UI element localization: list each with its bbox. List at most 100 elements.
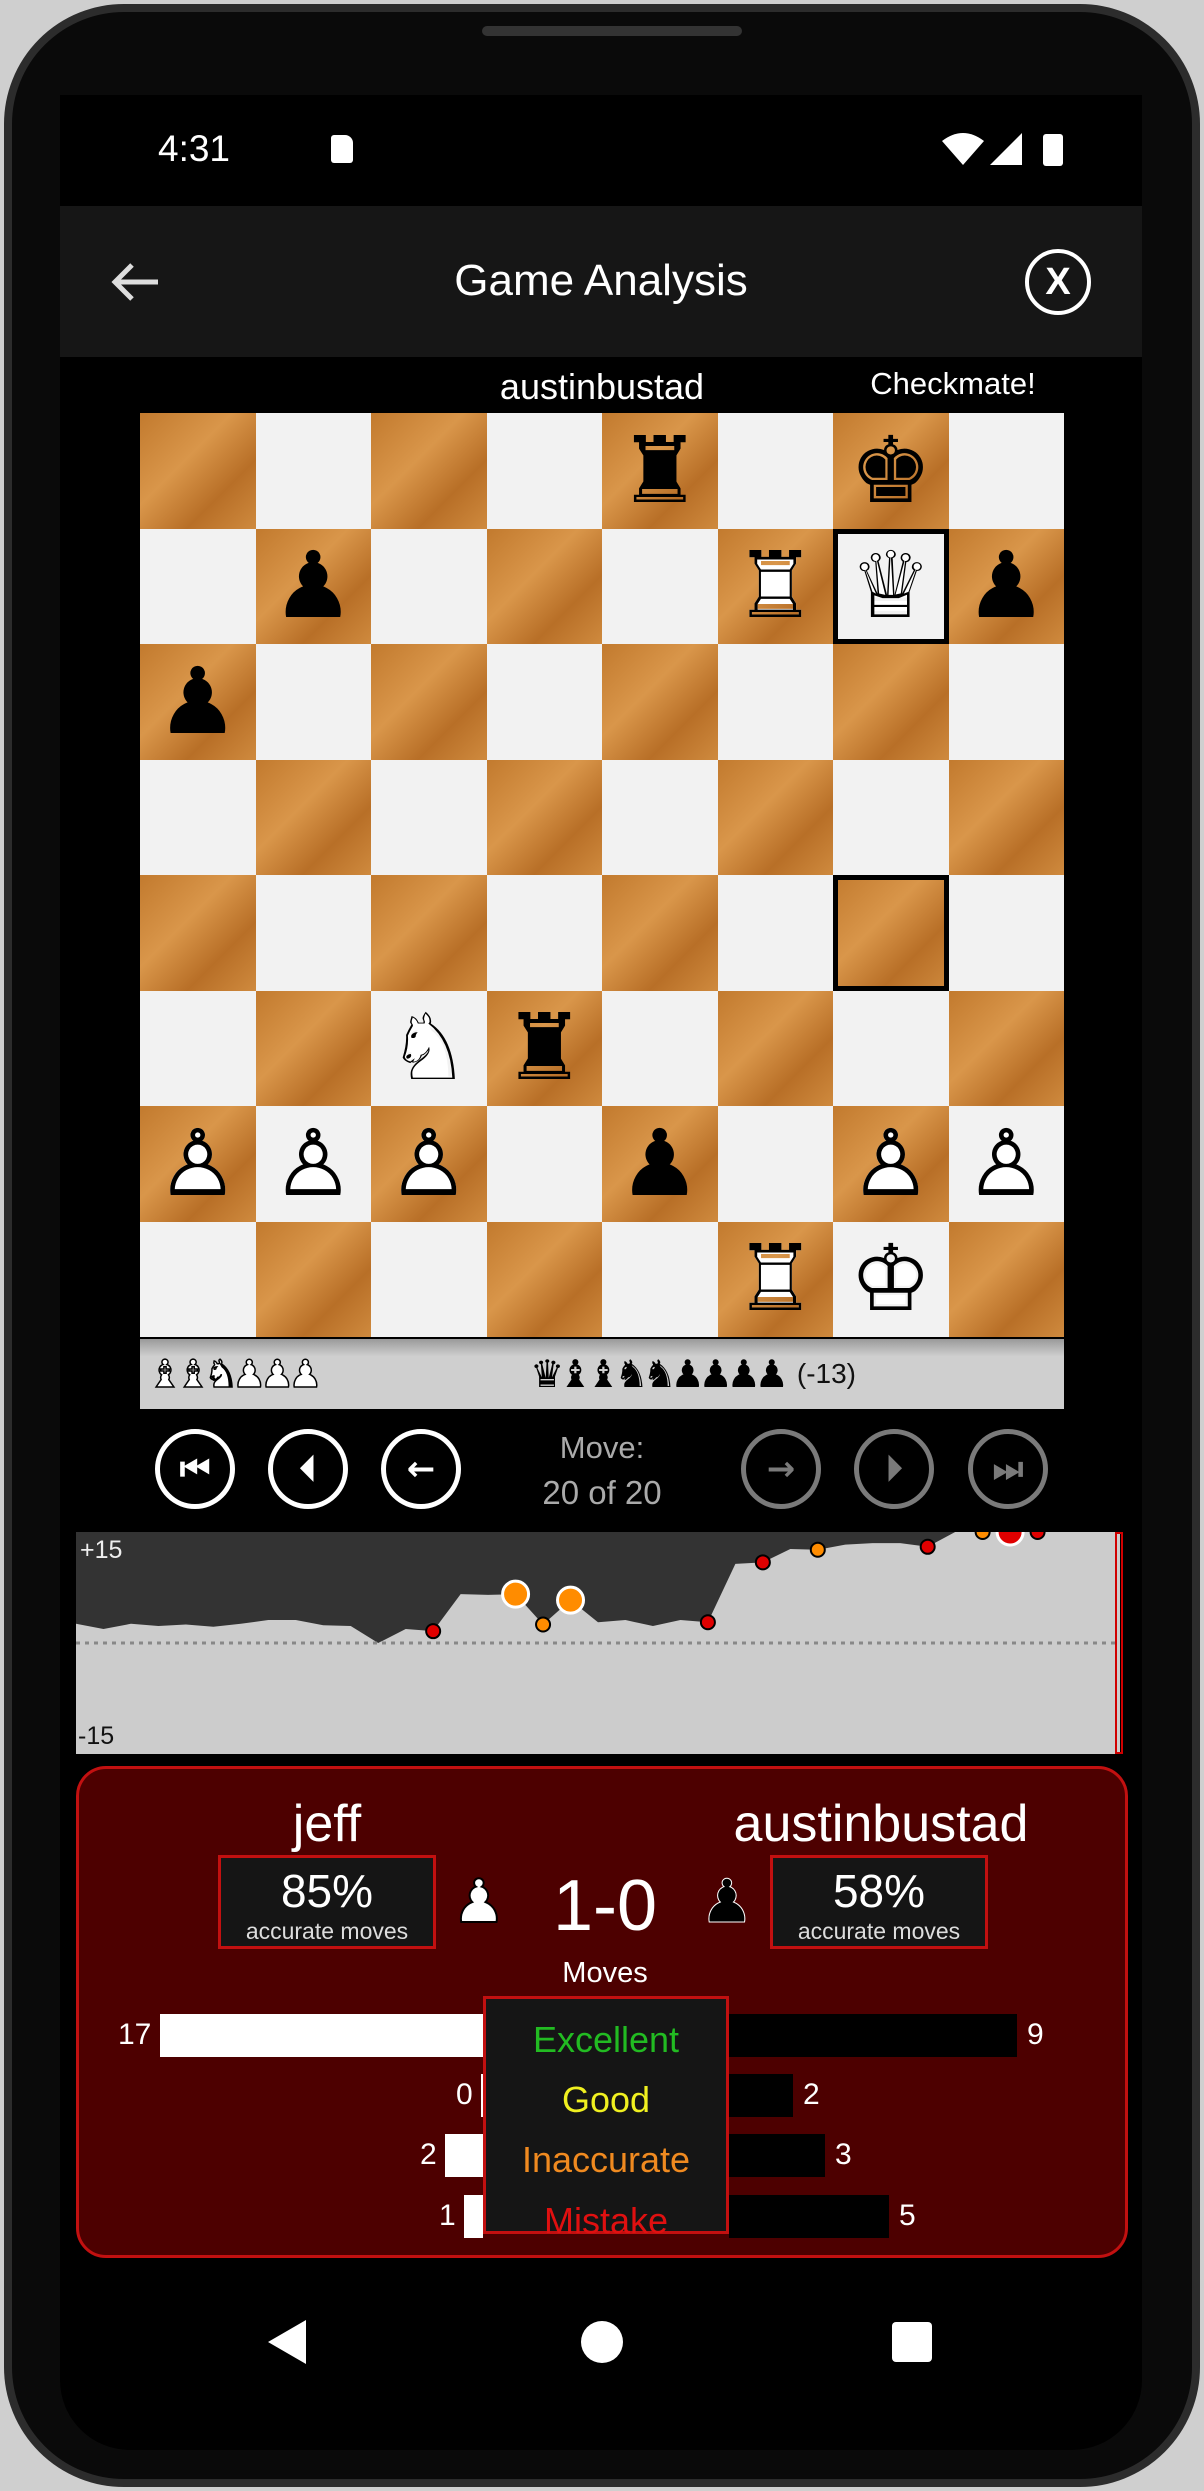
square-c7[interactable] <box>371 528 487 644</box>
square-b5[interactable] <box>255 759 371 875</box>
next-move-end-button[interactable]: ⏵ <box>854 1429 934 1509</box>
square-e4[interactable] <box>602 875 718 991</box>
square-b2[interactable]: ♟ ♙ <box>255 1106 371 1222</box>
black-king-icon[interactable]: ♚ <box>850 424 932 517</box>
white-count: 0 <box>456 2078 473 2111</box>
summary-panel: jeff austinbustad 85% accurate moves 58%… <box>76 1766 1128 2258</box>
black-pawn-icon[interactable]: ♟ <box>272 540 354 632</box>
black-pawn-icon[interactable]: ♟ <box>619 1117 701 1210</box>
square-e8[interactable]: ♜ <box>602 413 718 529</box>
square-f7[interactable]: ♜ ♖ <box>717 528 833 644</box>
square-g2[interactable]: ♟ ♙ <box>833 1106 949 1222</box>
status-time: 4:31 <box>158 128 231 169</box>
square-c5[interactable] <box>371 759 487 875</box>
square-g8[interactable]: ♚ <box>833 413 949 529</box>
square-a8[interactable] <box>140 413 256 529</box>
last-move-button[interactable]: ⏭ <box>968 1429 1048 1509</box>
square-f3[interactable] <box>717 990 833 1106</box>
square-d2[interactable] <box>486 1106 602 1222</box>
square-d5[interactable] <box>486 759 602 875</box>
square-g6[interactable] <box>833 644 949 760</box>
game-score: 1-0 <box>552 1866 658 1946</box>
square-b7[interactable]: ♟ <box>255 528 371 644</box>
square-f5[interactable] <box>717 759 833 875</box>
square-h7[interactable]: ♟ <box>948 528 1064 644</box>
square-g4[interactable] <box>833 875 949 991</box>
square-d4[interactable] <box>486 875 602 991</box>
square-b1[interactable] <box>255 1221 371 1337</box>
square-a6[interactable]: ♟ <box>140 644 256 760</box>
square-g7[interactable]: ♛ ♕ <box>833 528 949 644</box>
square-c8[interactable] <box>371 413 487 529</box>
square-c1[interactable] <box>371 1221 487 1337</box>
black-rook-icon[interactable]: ♜ <box>619 424 701 517</box>
sd-card-icon <box>331 135 353 163</box>
square-c2[interactable]: ♟ ♙ <box>371 1106 487 1222</box>
square-b4[interactable] <box>255 875 371 991</box>
close-button[interactable]: X <box>1025 249 1091 315</box>
square-d6[interactable] <box>486 644 602 760</box>
black-pawn-icon: ♟ <box>700 1867 755 1938</box>
white-count: 2 <box>420 2138 437 2171</box>
square-f6[interactable] <box>717 644 833 760</box>
square-h2[interactable]: ♟ ♙ <box>948 1106 1064 1222</box>
square-a3[interactable] <box>140 990 256 1106</box>
prev-move-button[interactable]: ← <box>381 1429 461 1509</box>
square-e6[interactable] <box>602 644 718 760</box>
prev-move-start-button[interactable]: ⏴ <box>268 1429 348 1509</box>
square-g5[interactable] <box>833 759 949 875</box>
square-d8[interactable] <box>486 413 602 529</box>
system-recents-icon[interactable] <box>892 2322 932 2362</box>
square-d1[interactable] <box>486 1221 602 1337</box>
square-d7[interactable] <box>486 528 602 644</box>
piece-outline: ♙ <box>156 1109 239 1217</box>
square-f8[interactable] <box>717 413 833 529</box>
white-accuracy-label: accurate moves <box>245 1918 409 1944</box>
square-h1[interactable] <box>948 1221 1064 1337</box>
system-home-icon[interactable] <box>581 2321 623 2363</box>
chess-board[interactable]: ♜ ♚ ♟ ♜ ♖ ♛ ♕ ♟ ♟ ♞ ♘ ♜ ♟ ♙ ♟ ♙ ♟ ♙ ♟ ♟ ♙ ♟ ♙ ♜ ♖ ♚ ♔ <box>140 413 1064 1337</box>
mistake-marker <box>425 1623 442 1640</box>
system-back-icon[interactable] <box>268 2320 308 2364</box>
square-b3[interactable] <box>255 990 371 1106</box>
square-f4[interactable] <box>717 875 833 991</box>
evaluation-graph[interactable] <box>76 1532 1126 1754</box>
square-a1[interactable] <box>140 1221 256 1337</box>
square-c3[interactable]: ♞ ♘ <box>371 990 487 1106</box>
wifi-icon <box>942 133 984 165</box>
square-b8[interactable] <box>255 413 371 529</box>
square-e7[interactable] <box>602 528 718 644</box>
square-h8[interactable] <box>948 413 1064 529</box>
piece-outline: ♔ <box>849 1225 932 1333</box>
square-f1[interactable]: ♜ ♖ <box>717 1221 833 1337</box>
square-f2[interactable] <box>717 1106 833 1222</box>
square-a4[interactable] <box>140 875 256 991</box>
square-h3[interactable] <box>948 990 1064 1106</box>
square-c6[interactable] <box>371 644 487 760</box>
square-a5[interactable] <box>140 759 256 875</box>
square-a2[interactable]: ♟ ♙ <box>140 1106 256 1222</box>
square-h4[interactable] <box>948 875 1064 991</box>
square-h6[interactable] <box>948 644 1064 760</box>
square-a7[interactable] <box>140 528 256 644</box>
square-g1[interactable]: ♚ ♔ <box>833 1221 949 1337</box>
next-move-button[interactable]: → <box>741 1429 821 1509</box>
square-e3[interactable] <box>602 990 718 1106</box>
first-move-button[interactable]: ⏮ <box>155 1429 235 1509</box>
mistake-marker <box>699 1614 716 1631</box>
black-pawn-icon[interactable]: ♟ <box>157 655 239 748</box>
square-e5[interactable] <box>602 759 718 875</box>
material-difference: (-13) <box>796 1358 856 1389</box>
black-pawn-icon[interactable]: ♟ <box>965 540 1047 632</box>
square-h5[interactable] <box>948 759 1064 875</box>
piece-outline: ♖ <box>734 532 817 640</box>
square-b6[interactable] <box>255 644 371 760</box>
square-g3[interactable] <box>833 990 949 1106</box>
y-min-label: -15 <box>78 1722 115 1750</box>
black-rook-icon[interactable]: ♜ <box>503 1002 585 1094</box>
square-c4[interactable] <box>371 875 487 991</box>
piece-outline: ♙ <box>965 1109 1048 1217</box>
square-e2[interactable]: ♟ <box>602 1106 718 1222</box>
square-d3[interactable]: ♜ <box>486 990 602 1106</box>
square-e1[interactable] <box>602 1221 718 1337</box>
